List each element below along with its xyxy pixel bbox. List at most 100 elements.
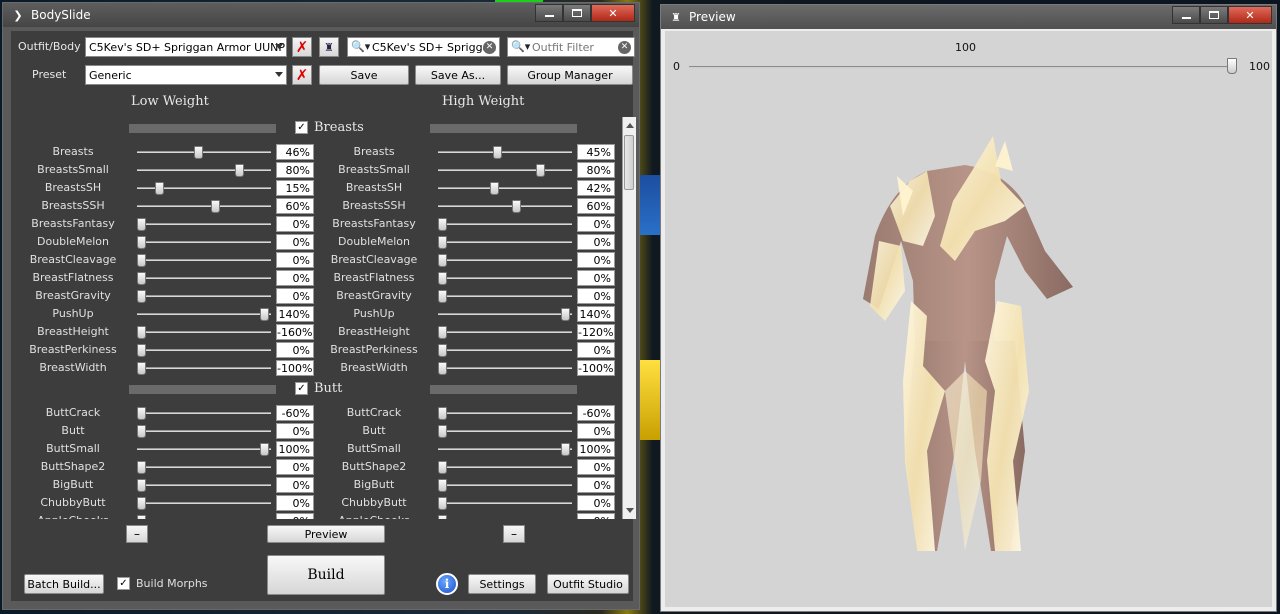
slider-value-high[interactable]: 0%	[577, 342, 615, 358]
slider-thumb-low[interactable]	[137, 326, 146, 339]
slider-value-low[interactable]: -160%	[276, 324, 314, 340]
preset-select[interactable]: Generic	[85, 65, 287, 85]
slider-value-high[interactable]: 0%	[577, 459, 615, 475]
slider-thumb-high[interactable]	[438, 515, 447, 519]
save-as-button[interactable]: Save As...	[415, 65, 501, 85]
outfit-select[interactable]: C5Kev's SD+ Spriggan Armor UUNP	[85, 37, 287, 57]
slider-thumb-high[interactable]	[561, 308, 570, 321]
slider-track-low[interactable]	[137, 259, 271, 261]
clear-preset-button[interactable]: ✗	[292, 65, 312, 85]
slider-track-low[interactable]	[137, 295, 271, 297]
preview-titlebar[interactable]: ♜ Preview ✕	[661, 5, 1276, 29]
slider-value-high[interactable]: 0%	[577, 270, 615, 286]
slider-value-low[interactable]: 60%	[276, 198, 314, 214]
scroll-up-icon[interactable]	[626, 123, 634, 128]
slider-track-low[interactable]	[137, 484, 271, 486]
slider-track-high[interactable]	[438, 367, 572, 369]
slider-thumb-low[interactable]	[137, 515, 146, 519]
slider-value-low[interactable]: 46%	[276, 144, 314, 160]
slider-value-high[interactable]: 0%	[577, 234, 615, 250]
slider-value-high[interactable]: 80%	[577, 162, 615, 178]
slider-value-low[interactable]: 0%	[276, 513, 314, 519]
slider-thumb-low[interactable]	[137, 290, 146, 303]
slider-thumb-low[interactable]	[260, 443, 269, 456]
slider-track-high[interactable]	[438, 313, 572, 315]
minimize-button[interactable]	[535, 4, 563, 22]
slider-track-high[interactable]	[438, 277, 572, 279]
checkbox-checked-icon[interactable]: ✓	[295, 382, 308, 395]
slider-track-low[interactable]	[137, 151, 271, 153]
slider-thumb-high[interactable]	[438, 236, 447, 249]
slider-value-high[interactable]: 0%	[577, 423, 615, 439]
slider-track-low[interactable]	[137, 205, 271, 207]
slider-value-high[interactable]: 0%	[577, 513, 615, 519]
slider-thumb-low[interactable]	[137, 479, 146, 492]
outfit-filter-input[interactable]: 🔍▾ Outfit Filter ✕	[507, 37, 635, 57]
scrollbar-thumb[interactable]	[624, 135, 634, 190]
slider-value-high[interactable]: 60%	[577, 198, 615, 214]
bodyslide-titlebar[interactable]: ❯ BodySlide ✕	[3, 3, 639, 27]
slider-track-low[interactable]	[137, 223, 271, 225]
slider-track-high[interactable]	[438, 448, 572, 450]
slider-track-high[interactable]	[438, 187, 572, 189]
slider-thumb-high[interactable]	[512, 200, 521, 213]
slider-value-low[interactable]: 0%	[276, 495, 314, 511]
slider-thumb-low[interactable]	[137, 254, 146, 267]
settings-button[interactable]: Settings	[468, 574, 536, 594]
body-preview-render[interactable]	[665, 31, 1274, 609]
slider-track-high[interactable]	[438, 430, 572, 432]
slider-thumb-high[interactable]	[438, 290, 447, 303]
slider-track-high[interactable]	[438, 151, 572, 153]
slider-value-low[interactable]: 100%	[276, 441, 314, 457]
close-button[interactable]: ✕	[591, 4, 635, 22]
slider-track-high[interactable]	[438, 169, 572, 171]
slider-thumb-low[interactable]	[137, 407, 146, 420]
slider-value-low[interactable]: 0%	[276, 477, 314, 493]
slider-value-low[interactable]: 0%	[276, 342, 314, 358]
maximize-button[interactable]	[1200, 6, 1228, 24]
slider-track-low[interactable]	[137, 448, 271, 450]
slider-thumb-low[interactable]	[137, 461, 146, 474]
build-morphs-checkbox[interactable]: ✓ Build Morphs	[117, 577, 208, 590]
high-weight-minus-button[interactable]: –	[503, 525, 525, 543]
slider-track-low[interactable]	[137, 331, 271, 333]
slider-value-high[interactable]: -120%	[577, 324, 615, 340]
clear-filter-icon[interactable]: ✕	[618, 41, 631, 54]
slider-track-low[interactable]	[137, 466, 271, 468]
group-header-breasts[interactable]: ✓ Breasts	[295, 120, 364, 135]
build-button[interactable]: Build	[267, 555, 385, 595]
scroll-down-icon[interactable]	[626, 508, 634, 513]
slider-value-low[interactable]: 80%	[276, 162, 314, 178]
slider-thumb-low[interactable]	[137, 497, 146, 510]
slider-thumb-low[interactable]	[137, 236, 146, 249]
slider-track-low[interactable]	[137, 502, 271, 504]
slider-thumb-low[interactable]	[137, 362, 146, 375]
slider-thumb-low[interactable]	[137, 425, 146, 438]
clear-search-icon[interactable]: ✕	[483, 41, 496, 54]
batch-build-button[interactable]: Batch Build...	[24, 574, 104, 594]
slider-thumb-high[interactable]	[438, 479, 447, 492]
slider-thumb-low[interactable]	[137, 218, 146, 231]
outfit-studio-button[interactable]: Outfit Studio	[547, 574, 629, 594]
slider-track-high[interactable]	[438, 205, 572, 207]
slider-track-high[interactable]	[438, 484, 572, 486]
slider-track-low[interactable]	[137, 277, 271, 279]
slider-value-high[interactable]: -100%	[577, 360, 615, 376]
slider-value-low[interactable]: -100%	[276, 360, 314, 376]
slider-track-high[interactable]	[438, 241, 572, 243]
slider-value-low[interactable]: 0%	[276, 252, 314, 268]
slider-thumb-low[interactable]	[235, 164, 244, 177]
slider-value-low[interactable]: 0%	[276, 216, 314, 232]
save-button[interactable]: Save	[319, 65, 409, 85]
slider-value-high[interactable]: -60%	[577, 405, 615, 421]
slider-track-high[interactable]	[438, 412, 572, 414]
slider-value-high[interactable]: 0%	[577, 495, 615, 511]
slider-thumb-low[interactable]	[137, 344, 146, 357]
slider-track-high[interactable]	[438, 466, 572, 468]
slider-thumb-low[interactable]	[155, 182, 164, 195]
slider-track-high[interactable]	[438, 259, 572, 261]
maximize-button[interactable]	[563, 4, 591, 22]
slider-track-low[interactable]	[137, 349, 271, 351]
slider-value-low[interactable]: 0%	[276, 288, 314, 304]
slider-value-high[interactable]: 0%	[577, 252, 615, 268]
